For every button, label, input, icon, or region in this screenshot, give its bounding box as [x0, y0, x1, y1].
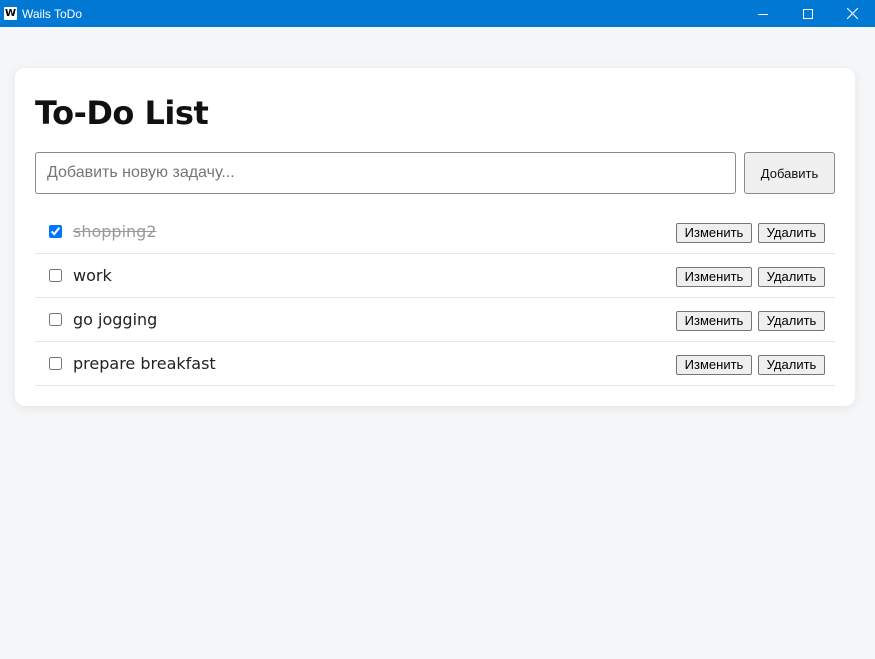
title-bar[interactable]: W Wails ToDo: [0, 0, 875, 27]
todo-card: To-Do List Добавить shopping2 Изменить У…: [15, 68, 855, 406]
todo-item: shopping2 Изменить Удалить: [35, 210, 835, 254]
delete-button[interactable]: Удалить: [758, 311, 825, 331]
todo-actions: Изменить Удалить: [676, 267, 825, 287]
edit-button[interactable]: Изменить: [676, 223, 752, 243]
delete-button[interactable]: Удалить: [758, 355, 825, 375]
todo-list: shopping2 Изменить Удалить work Изменить…: [35, 210, 835, 386]
todo-actions: Изменить Удалить: [676, 223, 825, 243]
maximize-icon: [802, 8, 813, 19]
delete-button[interactable]: Удалить: [758, 223, 825, 243]
close-icon: [847, 8, 858, 19]
add-task-button[interactable]: Добавить: [744, 152, 835, 194]
todo-checkbox[interactable]: [49, 357, 62, 370]
page-title: To-Do List: [35, 94, 209, 132]
minimize-icon: [757, 13, 768, 15]
todo-text: work: [73, 266, 112, 285]
todo-item: work Изменить Удалить: [35, 254, 835, 298]
maximize-button[interactable]: [785, 0, 830, 27]
new-task-input[interactable]: [35, 152, 736, 194]
minimize-button[interactable]: [740, 0, 785, 27]
close-button[interactable]: [830, 0, 875, 27]
edit-button[interactable]: Изменить: [676, 355, 752, 375]
todo-actions: Изменить Удалить: [676, 355, 825, 375]
todo-actions: Изменить Удалить: [676, 311, 825, 331]
todo-checkbox[interactable]: [49, 313, 62, 326]
window-controls: [740, 0, 875, 27]
todo-checkbox[interactable]: [49, 225, 62, 238]
todo-text: prepare breakfast: [73, 354, 216, 373]
todo-item: prepare breakfast Изменить Удалить: [35, 342, 835, 386]
edit-button[interactable]: Изменить: [676, 267, 752, 287]
todo-checkbox[interactable]: [49, 269, 62, 282]
todo-text: shopping2: [73, 222, 157, 241]
todo-item: go jogging Изменить Удалить: [35, 298, 835, 342]
app-logo-icon: W: [4, 7, 17, 20]
todo-text: go jogging: [73, 310, 158, 329]
delete-button[interactable]: Удалить: [758, 267, 825, 287]
window-title: Wails ToDo: [22, 6, 83, 21]
edit-button[interactable]: Изменить: [676, 311, 752, 331]
